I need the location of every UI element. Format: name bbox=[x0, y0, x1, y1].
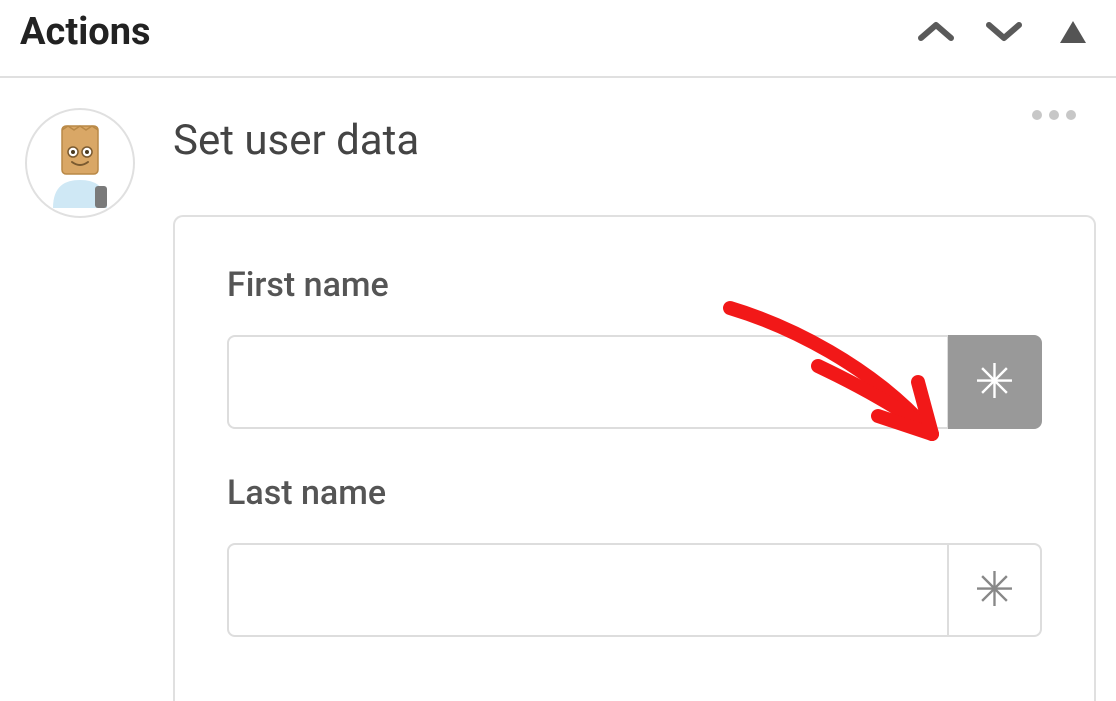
field-last-name: Last name ✳ bbox=[227, 473, 1042, 637]
avatar-bag-icon bbox=[35, 118, 125, 208]
chevron-down-icon[interactable] bbox=[984, 12, 1024, 52]
panel-title: Actions bbox=[20, 10, 151, 54]
last-name-label: Last name bbox=[227, 473, 1042, 513]
panel-header: Actions bbox=[0, 0, 1116, 78]
form-card: First name ✳ Last name ✳ bbox=[173, 215, 1096, 701]
first-name-input[interactable] bbox=[227, 335, 948, 429]
first-name-asterisk-button[interactable]: ✳ bbox=[948, 335, 1042, 429]
more-options-icon[interactable] bbox=[1024, 102, 1084, 128]
header-controls bbox=[916, 12, 1096, 52]
field-first-name: First name ✳ bbox=[227, 265, 1042, 429]
collapse-triangle-icon[interactable] bbox=[1060, 21, 1086, 43]
first-name-label: First name bbox=[227, 265, 1042, 305]
content-area: Set user data First name ✳ Last name ✳ bbox=[0, 78, 1116, 701]
avatar bbox=[25, 108, 135, 218]
last-name-asterisk-button[interactable]: ✳ bbox=[948, 543, 1042, 637]
action-title: Set user data bbox=[173, 116, 1096, 165]
last-name-input[interactable] bbox=[227, 543, 948, 637]
chevron-up-icon[interactable] bbox=[916, 12, 956, 52]
